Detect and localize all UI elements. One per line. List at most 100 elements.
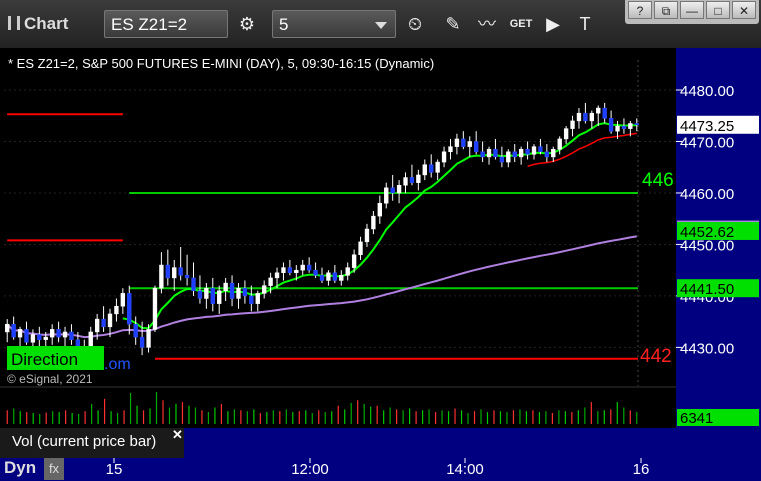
candle-body xyxy=(351,254,357,268)
y-tick-label: 4460.00 xyxy=(680,186,734,203)
candle-body xyxy=(281,267,286,274)
candle-body xyxy=(120,293,126,307)
candle-body xyxy=(204,287,209,299)
candle-body xyxy=(512,151,517,158)
candle-body xyxy=(506,151,511,163)
candle-body xyxy=(17,329,23,338)
candle-body xyxy=(596,107,601,114)
level-4427-label: 442 xyxy=(640,346,672,367)
candle-body xyxy=(249,295,254,304)
candle-body xyxy=(319,275,325,281)
candle-body xyxy=(114,305,119,315)
direction-label: Direction xyxy=(11,350,78,369)
candle-body xyxy=(589,112,594,122)
candle-body xyxy=(576,112,582,122)
price-label: 4452.62 xyxy=(680,224,734,241)
x-tick-label: 15 xyxy=(106,461,123,478)
candle-body xyxy=(326,272,331,281)
price-label: 4473.25 xyxy=(680,118,734,135)
candle-body xyxy=(429,164,434,173)
candle-body xyxy=(197,290,203,299)
candle-body xyxy=(101,318,106,328)
candle-body xyxy=(480,151,485,158)
x-tick-label: 12:00 xyxy=(291,461,329,478)
candle-body xyxy=(396,184,402,194)
candle-body xyxy=(358,241,363,255)
chart-header: * ES Z21=2, S&P 500 FUTURES E-MINI (DAY)… xyxy=(8,56,434,71)
candle-body xyxy=(570,120,575,129)
candle-body xyxy=(255,293,260,304)
candle-body xyxy=(159,264,164,289)
grid-lines xyxy=(4,60,676,386)
y-tick-label: 4470.00 xyxy=(680,134,734,151)
candle-body xyxy=(544,151,550,158)
candle-body xyxy=(403,177,408,186)
candle-body xyxy=(107,313,113,328)
candle-body xyxy=(621,125,627,129)
candle-body xyxy=(133,323,138,338)
volume-last-label: 6341 xyxy=(680,410,713,427)
candle-body xyxy=(24,329,29,343)
candle-body xyxy=(409,177,415,183)
candle-body xyxy=(493,148,498,158)
candle-body xyxy=(435,161,440,173)
volume-bars: 6341 xyxy=(6,392,759,427)
candle-body xyxy=(287,267,293,274)
y-tick-label: 4430.00 xyxy=(680,340,734,357)
candle-body xyxy=(339,275,344,281)
candle-body xyxy=(146,329,151,348)
candle-body xyxy=(441,151,447,163)
candle-body xyxy=(306,264,312,271)
candle-body xyxy=(274,272,280,279)
candle-body xyxy=(486,148,492,158)
candle-body xyxy=(30,334,36,343)
candle-body xyxy=(499,156,505,163)
candle-body xyxy=(377,203,382,217)
candle-body xyxy=(127,293,132,325)
candle-body xyxy=(178,267,183,276)
candle-body xyxy=(300,264,305,271)
direction-label-fragment: .om xyxy=(104,356,131,373)
candle-body xyxy=(268,277,273,286)
candle-body xyxy=(5,323,10,333)
candle-body xyxy=(152,287,158,330)
candle-body xyxy=(172,267,177,279)
candle-body xyxy=(371,215,376,230)
chart-svg: * ES Z21=2, S&P 500 FUTURES E-MINI (DAY)… xyxy=(4,56,759,478)
slow-ma-line xyxy=(527,132,637,168)
candle-body xyxy=(628,123,633,129)
indicator-lines xyxy=(6,122,637,339)
candle-body xyxy=(390,187,395,194)
candle-body xyxy=(229,282,235,299)
candle-body xyxy=(11,323,16,338)
y-tick-label: 4480.00 xyxy=(680,83,734,100)
candle-body xyxy=(557,138,562,150)
candle-body xyxy=(62,331,68,338)
candle-body xyxy=(50,329,55,338)
candle-body xyxy=(474,141,479,153)
candle-body xyxy=(43,336,48,340)
candle-body xyxy=(242,287,248,297)
candle-body xyxy=(139,336,145,348)
candle-body xyxy=(332,272,338,281)
candle-body xyxy=(165,264,170,279)
candle-body xyxy=(615,125,620,132)
candle-body xyxy=(563,128,569,140)
price-label: 4441.50 xyxy=(680,281,734,298)
candle-body xyxy=(345,267,350,276)
x-tick-label: 14:00 xyxy=(446,461,484,478)
candle-body xyxy=(94,318,100,333)
candle-body xyxy=(551,148,556,158)
candle-body xyxy=(69,331,74,340)
candle-body xyxy=(191,277,196,292)
candle-body xyxy=(454,138,460,147)
candle-body xyxy=(56,329,61,338)
candle-body xyxy=(538,146,543,153)
candle-body xyxy=(525,148,530,155)
level-4460-label: 446 xyxy=(642,170,674,191)
candle-body xyxy=(37,334,42,340)
candle-body xyxy=(217,290,222,304)
candle-body xyxy=(461,138,466,147)
candle-body xyxy=(262,285,267,294)
candle-body xyxy=(467,141,472,147)
